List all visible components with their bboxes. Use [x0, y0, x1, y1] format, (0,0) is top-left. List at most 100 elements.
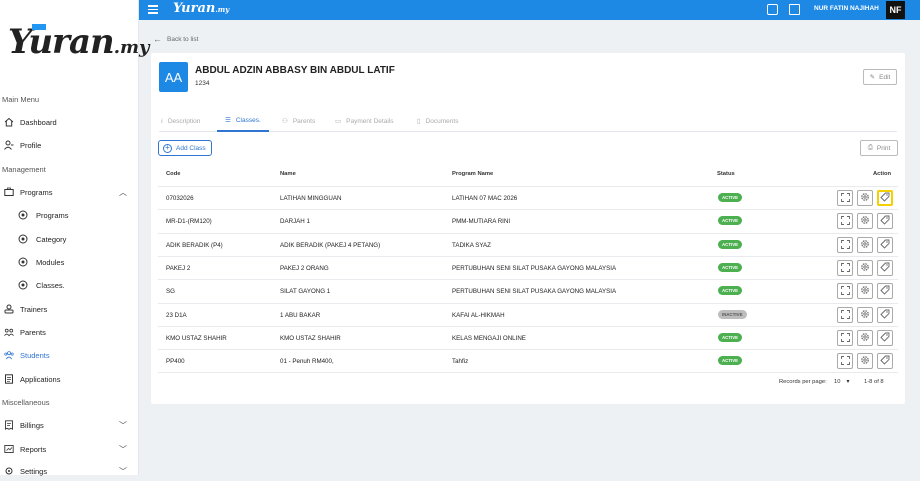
cell-name: SILAT GAYONG 1 — [280, 288, 331, 296]
tag-button[interactable] — [877, 306, 893, 324]
cell-code: PAKEJ 2 — [166, 264, 191, 272]
sidebar-label: Category — [36, 234, 67, 244]
header-code[interactable]: Code — [166, 171, 181, 177]
sidebar-item-applications[interactable]: Applications — [0, 369, 139, 389]
gear-icon — [860, 282, 870, 300]
settings-button[interactable] — [857, 306, 873, 323]
settings-button[interactable] — [857, 353, 873, 370]
edit-button[interactable]: ✎ Edit — [863, 69, 897, 85]
sidebar-item-parents[interactable]: Parents — [0, 322, 139, 342]
tag-button[interactable] — [877, 213, 893, 230]
tab-parents[interactable]: ⚇ Parents — [282, 110, 315, 132]
view-button[interactable] — [837, 329, 853, 347]
logo-mark — [32, 24, 46, 30]
tab-payment-details[interactable]: ▭ Payment Details — [335, 110, 393, 132]
printer-icon: ⎙ — [867, 144, 873, 151]
sidebar-label: Settings — [20, 466, 48, 476]
settings-button[interactable] — [857, 190, 873, 206]
sidebar-item-billings[interactable]: Billings ﹀ — [0, 415, 139, 435]
sidebar-subitem-category[interactable]: Category — [0, 229, 139, 249]
sidebar-subitem-programs[interactable]: Programs — [0, 205, 139, 225]
cell-code: 23 D1A — [166, 311, 187, 319]
cell-code: 07032026 — [166, 195, 194, 202]
sidebar-subitem-classes[interactable]: Classes. — [0, 275, 139, 295]
user-avatar[interactable]: NF — [886, 1, 905, 19]
sidebar-item-programs[interactable]: Programs ︿ — [0, 182, 139, 202]
tab-label: Classes. — [235, 116, 261, 124]
header-program-name[interactable]: Program Name — [452, 171, 493, 177]
table-row: PP400 01 - Penuh RM400, Tahfiz ACTIVE — [158, 349, 898, 372]
sidebar-label: Programs — [36, 210, 69, 220]
tab-label: Parents — [292, 117, 316, 125]
sidebar-label: Dashboard — [20, 117, 57, 127]
chevron-up-icon: ︿ — [119, 187, 127, 197]
switch-account-icon[interactable] — [789, 4, 800, 15]
document-icon: ▯ — [417, 118, 421, 125]
tag-button[interactable] — [877, 329, 893, 346]
add-class-button[interactable]: + Add Class — [158, 140, 212, 156]
expand-icon — [840, 329, 850, 347]
tag-button[interactable] — [877, 259, 893, 276]
back-to-list-link[interactable]: ← Back to list — [153, 34, 198, 44]
sidebar-item-settings[interactable]: Settings ﹀ — [0, 461, 139, 481]
radio-dot-icon — [18, 280, 28, 290]
sidebar-item-students[interactable]: Students — [0, 345, 139, 365]
sidebar-item-reports[interactable]: Reports ﹀ — [0, 439, 139, 459]
settings-button[interactable] — [857, 259, 873, 277]
view-button[interactable] — [837, 353, 853, 370]
tag-button[interactable] — [877, 282, 893, 300]
top-logo-text: Yuran — [173, 1, 216, 16]
cell-program-name: KELAS MENGAJI ONLINE — [452, 334, 526, 342]
section-management: Management — [2, 165, 46, 174]
cell-name: ADIK BERADIK (PAKEJ 4 PETANG) — [280, 241, 381, 249]
sidebar-subitem-modules[interactable]: Modules — [0, 252, 139, 272]
top-logo[interactable]: Yuran.my — [173, 1, 229, 16]
sidebar-item-dashboard[interactable]: Dashboard — [0, 112, 139, 132]
brand-logo[interactable]: Yuran.my — [8, 22, 149, 62]
student-avatar: AA — [159, 62, 188, 92]
cell-code: PP400 — [166, 358, 185, 366]
view-button[interactable] — [837, 259, 853, 276]
sidebar-item-trainers[interactable]: Trainers — [0, 299, 139, 319]
info-icon: ⅰ — [161, 118, 163, 125]
settings-button[interactable] — [857, 329, 873, 346]
cell-name: KMO USTAZ SHAHIR — [280, 334, 341, 342]
status-badge: ACTIVE — [718, 286, 743, 296]
settings-button[interactable] — [857, 282, 873, 300]
people-icon: ⚇ — [282, 118, 288, 125]
chat-icon[interactable] — [767, 4, 778, 15]
cell-name: 01 - Penuh RM400, — [280, 358, 334, 366]
tag-button[interactable] — [877, 190, 893, 206]
tab-description[interactable]: ⅰ Description — [161, 110, 200, 132]
menu-icon[interactable] — [148, 5, 158, 14]
document-icon — [4, 374, 14, 384]
view-button[interactable] — [837, 283, 853, 300]
view-button[interactable] — [837, 306, 853, 323]
header-name[interactable]: Name — [280, 171, 296, 177]
tag-icon — [880, 282, 890, 300]
settings-button[interactable] — [857, 213, 873, 230]
view-button[interactable] — [837, 190, 853, 206]
gear-icon — [860, 259, 870, 277]
tag-icon — [880, 306, 890, 324]
cell-program-name: PMM-MUTIARA RINI — [452, 218, 511, 226]
logo-tld: .my — [113, 37, 150, 58]
header-status[interactable]: Status — [717, 171, 735, 177]
view-button[interactable] — [837, 213, 853, 230]
arrow-left-icon: ← — [153, 34, 162, 44]
list-icon: ☰ — [225, 117, 231, 124]
student-id: 1234 — [195, 80, 210, 87]
tab-documents[interactable]: ▯ Documents — [417, 110, 458, 132]
sidebar-item-profile[interactable]: Profile — [0, 135, 139, 155]
table-row: MR-D1-(RM120) DARJAH 1 PMM-MUTIARA RINI ACT… — [158, 209, 898, 232]
view-button[interactable] — [837, 236, 853, 253]
tab-classes[interactable]: ☰ Classes. — [217, 110, 269, 132]
tag-button[interactable] — [877, 353, 893, 370]
table-row: ADIK BERADIK (P4) ADIK BERADIK (PAKEJ 4 P… — [158, 232, 898, 256]
user-name[interactable]: NUR FATIN NAJIHAH — [814, 5, 879, 12]
status-badge: ACTIVE — [718, 193, 743, 202]
settings-button[interactable] — [857, 236, 873, 253]
print-button[interactable]: ⎙ Print — [860, 140, 898, 156]
tag-button[interactable] — [877, 236, 893, 253]
per-page-select[interactable]: 10 ▾ — [834, 379, 849, 385]
